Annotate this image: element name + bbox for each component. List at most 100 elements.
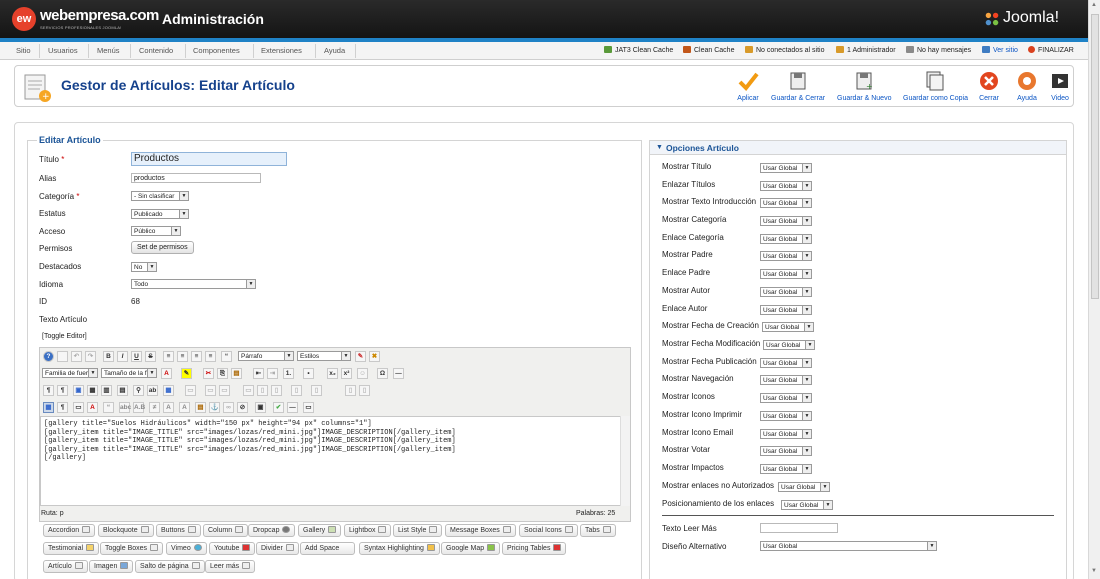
special-char-icon[interactable]: Ω [377, 368, 388, 379]
menu-sitio[interactable]: Sitio [16, 46, 31, 55]
page-scrollbar[interactable]: ▲ ▼ [1088, 0, 1100, 579]
highlight-icon[interactable]: ✎ [181, 368, 192, 379]
cite-icon[interactable]: “ [103, 402, 114, 413]
page-break-button[interactable]: Salto de página [135, 560, 205, 573]
clean-cache-link[interactable]: Clean Cache [683, 46, 734, 54]
shortcode-divider-button[interactable]: Divider [256, 542, 299, 555]
shortcode-tabs-button[interactable]: Tabs [580, 524, 616, 537]
link-icon[interactable]: ∞ [223, 402, 234, 413]
close-button[interactable]: Cerrar [978, 70, 1000, 102]
align-right-icon[interactable]: ≡ [191, 351, 202, 362]
set-permissions-button[interactable]: Set de permisos [131, 241, 194, 254]
emoticon-icon[interactable]: ☺ [357, 368, 368, 379]
shortcode-syntaxhighlighting-button[interactable]: Syntax Highlighting [359, 542, 440, 555]
shortcode-accordion-button[interactable]: Accordion [43, 524, 96, 537]
save-new-button[interactable]: + Guardar & Nuevo [837, 70, 891, 102]
shortcode-blockquote-button[interactable]: Blockquote [98, 524, 154, 537]
featured-select[interactable]: No ▼ [131, 262, 157, 272]
title-input[interactable]: Productos [131, 152, 287, 166]
alias-input[interactable]: productos [131, 173, 261, 183]
insert-date-icon[interactable]: ▤ [117, 385, 128, 396]
option-select[interactable]: Usar Global ▼ [781, 500, 833, 510]
shortcode-socialicons-button[interactable]: Social Icons [519, 524, 578, 537]
styles-select[interactable]: Estilos ▼ [297, 351, 351, 361]
outdent-icon[interactable]: ⇤ [253, 368, 264, 379]
horizontal-rule-icon[interactable]: — [393, 368, 404, 379]
shortcode-lightbox-button[interactable]: Lightbox [344, 524, 392, 537]
italic-icon[interactable]: I [117, 351, 128, 362]
option-select[interactable]: Usar Global ▼ [760, 198, 812, 208]
option-select[interactable]: Usar Global ▼ [760, 234, 812, 244]
copy-icon[interactable]: ⎘ [217, 368, 228, 379]
table-delete-row-icon[interactable]: ▭ [243, 385, 254, 396]
shortcode-vimeo-button[interactable]: Vimeo [166, 542, 207, 555]
option-select[interactable]: Usar Global ▼ [760, 358, 812, 368]
option-select[interactable]: Usar Global ▼ [760, 216, 812, 226]
bullet-list-icon[interactable]: • [303, 368, 314, 379]
menu-extensiones[interactable]: Extensiones [261, 46, 302, 55]
bold-icon[interactable]: B [103, 351, 114, 362]
hr-icon[interactable]: — [287, 402, 298, 413]
unlink-icon[interactable]: ⊘ [237, 402, 248, 413]
editor-scrollbar[interactable] [620, 416, 630, 506]
shortcode-addspace-button[interactable]: Add Space [300, 542, 355, 555]
insert-article-button[interactable]: Artículo [43, 560, 88, 573]
font-size-select[interactable]: Tamaño de la fu ▼ [101, 368, 157, 378]
jat3-clean-cache-link[interactable]: JAT3 Clean Cache [604, 46, 673, 54]
option-select[interactable]: Usar Global ▼ [760, 446, 812, 456]
table-merge-cells-icon[interactable]: ▯ [345, 385, 356, 396]
table-delete-col-icon[interactable]: ▯ [291, 385, 302, 396]
table-row-icon[interactable]: ▭ [185, 385, 196, 396]
table-split-cells-icon[interactable]: ▯ [311, 385, 322, 396]
shortcode-column-button[interactable]: Column [203, 524, 249, 537]
logout-link[interactable]: FINALIZAR [1028, 46, 1074, 54]
option-select[interactable]: Usar Global ▼ [760, 287, 812, 297]
editor-content-area[interactable]: [gallery title="Suelos Hidráulicos" widt… [40, 416, 630, 506]
cleanup-icon[interactable]: ✎ [355, 351, 366, 362]
option-select[interactable]: Usar Global ▼ [760, 181, 812, 191]
category-select[interactable]: - Sin clasificar ▼ [131, 191, 189, 201]
option-select[interactable]: Usar Global ▼ [760, 464, 812, 474]
acronym-icon[interactable]: A.B [133, 402, 145, 413]
save-copy-button[interactable]: Guardar como Copia [903, 70, 968, 102]
insert-image-button[interactable]: Imagen [89, 560, 134, 573]
toggle-editor-link[interactable]: [Toggle Editor] [42, 333, 87, 340]
save-close-button[interactable]: Guardar & Cerrar [771, 70, 825, 102]
option-select[interactable]: Usar Global ▼ [762, 322, 814, 332]
ordered-list-icon[interactable]: 1. [283, 368, 294, 379]
preview-icon[interactable]: ▦ [87, 385, 98, 396]
insert-image-icon[interactable]: ▤ [195, 402, 206, 413]
format-select[interactable]: Párrafo ▼ [238, 351, 294, 361]
shortcode-toggleboxes-button[interactable]: Toggle Boxes [100, 542, 164, 555]
blockquote-icon[interactable]: “ [221, 351, 232, 362]
template-icon[interactable]: ▭ [303, 402, 314, 413]
option-select[interactable]: Usar Global ▼ [760, 163, 812, 173]
align-left-icon[interactable]: ≡ [163, 351, 174, 362]
cut-icon[interactable]: ✂ [203, 368, 214, 379]
help-button[interactable]: Ayuda [1016, 70, 1038, 102]
option-select[interactable]: Usar Global ▼ [763, 340, 815, 350]
underline-icon[interactable]: U [131, 351, 142, 362]
font-family-select[interactable]: Familia de fuer ▼ [42, 368, 98, 378]
status-select[interactable]: Publicado ▼ [131, 209, 189, 219]
fullscreen-icon[interactable]: ▣ [73, 385, 84, 396]
style-props-icon[interactable]: A [87, 402, 98, 413]
strikethrough-icon[interactable]: S [145, 351, 156, 362]
indent-icon[interactable]: ⇥ [267, 368, 278, 379]
menu-ayuda[interactable]: Ayuda [324, 46, 345, 55]
table-row-before-icon[interactable]: ▭ [205, 385, 216, 396]
menu-contenido[interactable]: Contenido [139, 46, 173, 55]
shortcode-liststyle-button[interactable]: List Style [393, 524, 443, 537]
shortcode-buttons-button[interactable]: Buttons [156, 524, 201, 537]
scroll-down-icon[interactable]: ▼ [1091, 568, 1097, 574]
language-select[interactable]: Todo ▼ [131, 279, 256, 289]
access-select[interactable]: Público ▼ [131, 226, 181, 236]
shortcode-testimonial-button[interactable]: Testimonial [43, 542, 100, 555]
rtl-icon[interactable]: ¶ [57, 385, 68, 396]
text-color-icon[interactable]: A [161, 368, 172, 379]
option-select[interactable]: Usar Global ▼ [760, 305, 812, 315]
table-row-after-icon[interactable]: ▭ [219, 385, 230, 396]
show-blocks-icon[interactable]: ¶ [57, 402, 68, 413]
table-icon[interactable]: ▦ [163, 385, 174, 396]
video-button[interactable]: Video [1049, 70, 1071, 102]
